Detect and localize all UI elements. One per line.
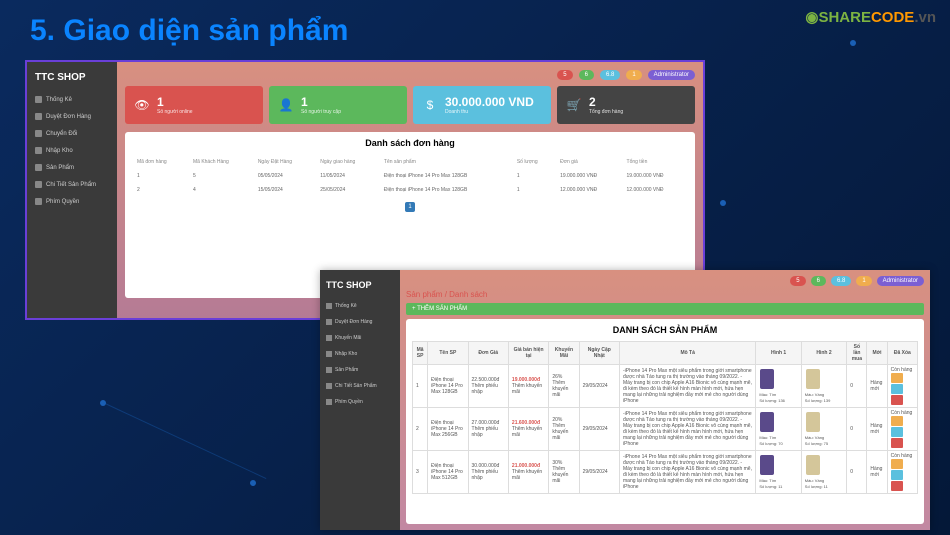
- sidebar-item[interactable]: Duyệt Đơn Hàng: [320, 314, 400, 330]
- top-pill[interactable]: 1: [856, 276, 871, 286]
- topbar-1: 56 6.8 1 Administrator: [125, 70, 695, 80]
- card-icon: 👤: [277, 96, 295, 114]
- top-pill[interactable]: 6.8: [831, 276, 851, 286]
- card-icon: 👁: [133, 96, 151, 114]
- nav-icon: [35, 113, 42, 120]
- stat-card: 👁1Số người online: [125, 86, 263, 124]
- top-pill[interactable]: 6.8: [600, 70, 620, 80]
- top-pill[interactable]: 5: [790, 276, 805, 286]
- brand-2: TTC SHOP: [320, 276, 400, 298]
- delete-button[interactable]: [891, 395, 903, 405]
- phone-icon: [760, 369, 774, 389]
- sidebar-2: TTC SHOP Thống KêDuyệt Đơn HàngKhuyến Mã…: [320, 270, 400, 530]
- products-table: Mã SPTên SPĐơn GiáGiá bán hiện tạiKhuyến…: [412, 341, 918, 494]
- top-pill[interactable]: 6: [579, 70, 594, 80]
- products-table-title: DANH SÁCH SẢN PHẨM: [412, 325, 918, 335]
- products-panel: TTC SHOP Thống KêDuyệt Đơn HàngKhuyến Mã…: [320, 270, 930, 530]
- card-icon: 🛒: [565, 96, 583, 114]
- card-icon: $: [421, 96, 439, 114]
- nav-icon: [326, 399, 332, 405]
- sidebar-item[interactable]: Phím Quyền: [320, 394, 400, 410]
- table-row: 1Điện thoại iPhone 14 Pro Max 128GB22.50…: [413, 365, 918, 408]
- sidebar-item[interactable]: Nhập Kho: [27, 142, 117, 159]
- nav-icon: [326, 303, 332, 309]
- edit-button[interactable]: [891, 416, 903, 426]
- top-pill[interactable]: 1: [626, 70, 641, 80]
- phone-icon: [760, 412, 774, 432]
- table-row: 2Điện thoại iPhone 14 Pro Max 256GB27.00…: [413, 408, 918, 451]
- pager[interactable]: 1: [131, 202, 689, 212]
- nav-icon: [326, 319, 332, 325]
- main-2: 56 6.8 1 Administrator Sản phẩm / Danh sách…: [400, 270, 930, 530]
- nav-icon: [35, 181, 42, 188]
- top-pill[interactable]: Administrator: [877, 276, 924, 286]
- sidebar-item[interactable]: Nhập Kho: [320, 346, 400, 362]
- sidebar-item[interactable]: Thống Kê: [320, 298, 400, 314]
- nav-icon: [326, 383, 332, 389]
- nav-icon: [326, 335, 332, 341]
- delete-button[interactable]: [891, 481, 903, 491]
- orders-table-title: Danh sách đơn hàng: [131, 138, 689, 148]
- table-row[interactable]: 1505/05/202411/05/2024Điện thoại iPhone …: [133, 170, 687, 182]
- top-pill[interactable]: 6: [811, 276, 826, 286]
- view-button[interactable]: [891, 427, 903, 437]
- sharecode-logo: ◉SHARECODE.vn: [805, 8, 936, 26]
- edit-button[interactable]: [891, 373, 903, 383]
- nav-icon: [35, 96, 42, 103]
- edit-button[interactable]: [891, 459, 903, 469]
- nav-icon: [326, 351, 332, 357]
- phone-icon: [806, 455, 820, 475]
- sidebar-item[interactable]: Duyệt Đơn Hàng: [27, 108, 117, 125]
- topbar-2: 56 6.8 1 Administrator: [406, 276, 924, 286]
- delete-button[interactable]: [891, 438, 903, 448]
- view-button[interactable]: [891, 384, 903, 394]
- sidebar-item[interactable]: Sản Phẩm: [320, 362, 400, 378]
- sidebar-item[interactable]: Phím Quyền: [27, 193, 117, 210]
- stat-card: $30.000.000 VNDDoanh thu: [413, 86, 551, 124]
- sidebar-item[interactable]: Sản Phẩm: [27, 159, 117, 176]
- stat-cards: 👁1Số người online👤1Số người truy cập$30.…: [125, 86, 695, 124]
- sidebar-1: TTC SHOP Thống KêDuyệt Đơn HàngChuyển Đổ…: [27, 62, 117, 318]
- phone-icon: [760, 455, 774, 475]
- sidebar-item[interactable]: Chi Tiết Sản Phẩm: [320, 378, 400, 394]
- stat-card: 👤1Số người truy cập: [269, 86, 407, 124]
- breadcrumb: Sản phẩm / Danh sách: [406, 290, 924, 299]
- sidebar-item[interactable]: Chi Tiết Sản Phẩm: [27, 176, 117, 193]
- orders-table: Mã đơn hàngMã Khách HàngNgày Đặt HàngNgà…: [131, 154, 689, 198]
- table-row: 3Điện thoại iPhone 14 Pro Max 512GB30.00…: [413, 451, 918, 494]
- phone-icon: [806, 369, 820, 389]
- brand-1: TTC SHOP: [27, 68, 117, 91]
- sidebar-item[interactable]: Khuyến Mãi: [320, 330, 400, 346]
- slide-title: 5. Giao diện sản phẩm: [30, 14, 348, 48]
- table-row[interactable]: 2415/05/202425/05/2024Điện thoại iPhone …: [133, 184, 687, 196]
- stat-card: 🛒2Tổng đơn hàng: [557, 86, 695, 124]
- sidebar-item[interactable]: Thống Kê: [27, 91, 117, 108]
- nav-icon: [35, 198, 42, 205]
- phone-icon: [806, 412, 820, 432]
- sidebar-item[interactable]: Chuyển Đổi: [27, 125, 117, 142]
- top-pill[interactable]: 5: [557, 70, 572, 80]
- nav-icon: [326, 367, 332, 373]
- products-table-wrap: DANH SÁCH SẢN PHẨM Mã SPTên SPĐơn GiáGiá…: [406, 319, 924, 524]
- nav-icon: [35, 147, 42, 154]
- view-button[interactable]: [891, 470, 903, 480]
- nav-icon: [35, 130, 42, 137]
- top-pill[interactable]: Administrator: [648, 70, 695, 80]
- nav-icon: [35, 164, 42, 171]
- add-product-button[interactable]: + THÊM SẢN PHẨM: [406, 303, 924, 315]
